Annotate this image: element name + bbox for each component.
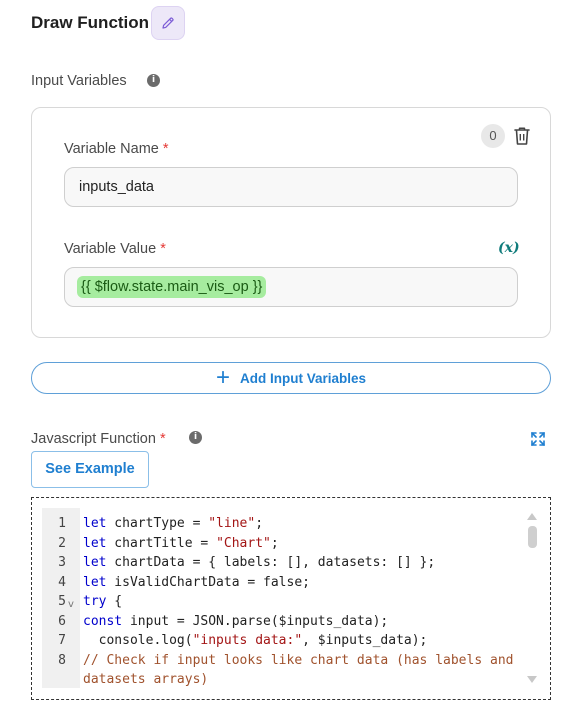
add-input-variables-button[interactable]: + Add Input Variables xyxy=(31,362,551,394)
variable-name-input[interactable]: inputs_data xyxy=(64,167,518,207)
variable-value-label-text: Variable Value xyxy=(64,241,157,257)
plus-icon: + xyxy=(215,364,230,391)
line-number: 5 xyxy=(58,594,66,609)
code-line: try { xyxy=(83,594,123,609)
expand-icon[interactable] xyxy=(531,432,545,446)
required-mark: * xyxy=(159,431,166,447)
code-line: let chartTitle = "Chart"; xyxy=(83,536,279,551)
variable-name-label-text: Variable Name xyxy=(64,141,159,157)
required-mark: * xyxy=(162,141,169,157)
code-line: datasets arrays) xyxy=(83,672,209,687)
code-line: let chartType = "line"; xyxy=(83,516,264,531)
line-number: 7 xyxy=(58,633,66,648)
code-line: // Check if input looks like chart data … xyxy=(83,653,514,668)
code-line: let chartData = { labels: [], datasets: … xyxy=(83,555,436,570)
trash-icon[interactable] xyxy=(513,126,531,146)
info-icon[interactable]: i xyxy=(147,74,160,87)
info-icon[interactable]: i xyxy=(189,431,202,444)
flow-variable-chip: {{ $flow.state.main_vis_op }} xyxy=(77,276,267,298)
variable-select-icon[interactable]: (x) xyxy=(498,240,520,256)
line-number: 6 xyxy=(58,614,66,629)
javascript-function-label: Javascript Function * xyxy=(31,431,166,447)
required-mark: * xyxy=(160,241,166,257)
pencil-icon xyxy=(162,17,174,29)
line-number: 2 xyxy=(58,536,66,551)
scrollbar-thumb[interactable] xyxy=(528,526,537,548)
code-line: let isValidChartData = false; xyxy=(83,575,310,590)
edit-title-button[interactable] xyxy=(151,6,185,40)
see-example-button[interactable]: See Example xyxy=(31,451,149,488)
page-title: Draw Function xyxy=(31,13,150,32)
variable-name-label: Variable Name * xyxy=(64,141,169,157)
add-input-variables-label: Add Input Variables xyxy=(239,370,367,386)
code-line: const input = JSON.parse($inputs_data); xyxy=(83,614,389,629)
code-editor[interactable]: 1 2 3 4 5 v 6 7 8 let chartType = "line"… xyxy=(31,497,551,700)
variable-value-label: Variable Value * xyxy=(64,241,166,257)
line-number: 1 xyxy=(58,516,66,531)
input-variables-label: Input Variables xyxy=(31,73,127,89)
scroll-down-arrow[interactable] xyxy=(527,676,537,683)
scroll-up-arrow[interactable] xyxy=(527,513,537,520)
line-number: 8 xyxy=(58,653,66,668)
variable-value-input[interactable]: {{ $flow.state.main_vis_op }} xyxy=(64,267,518,307)
javascript-function-label-text: Javascript Function xyxy=(31,431,156,447)
variable-count-badge: 0 xyxy=(481,124,505,148)
fold-chevron-icon[interactable]: v xyxy=(68,599,74,610)
code-line: console.log("inputs data:", $inputs_data… xyxy=(83,633,428,648)
line-number: 3 xyxy=(58,555,66,570)
line-number: 4 xyxy=(58,575,66,590)
